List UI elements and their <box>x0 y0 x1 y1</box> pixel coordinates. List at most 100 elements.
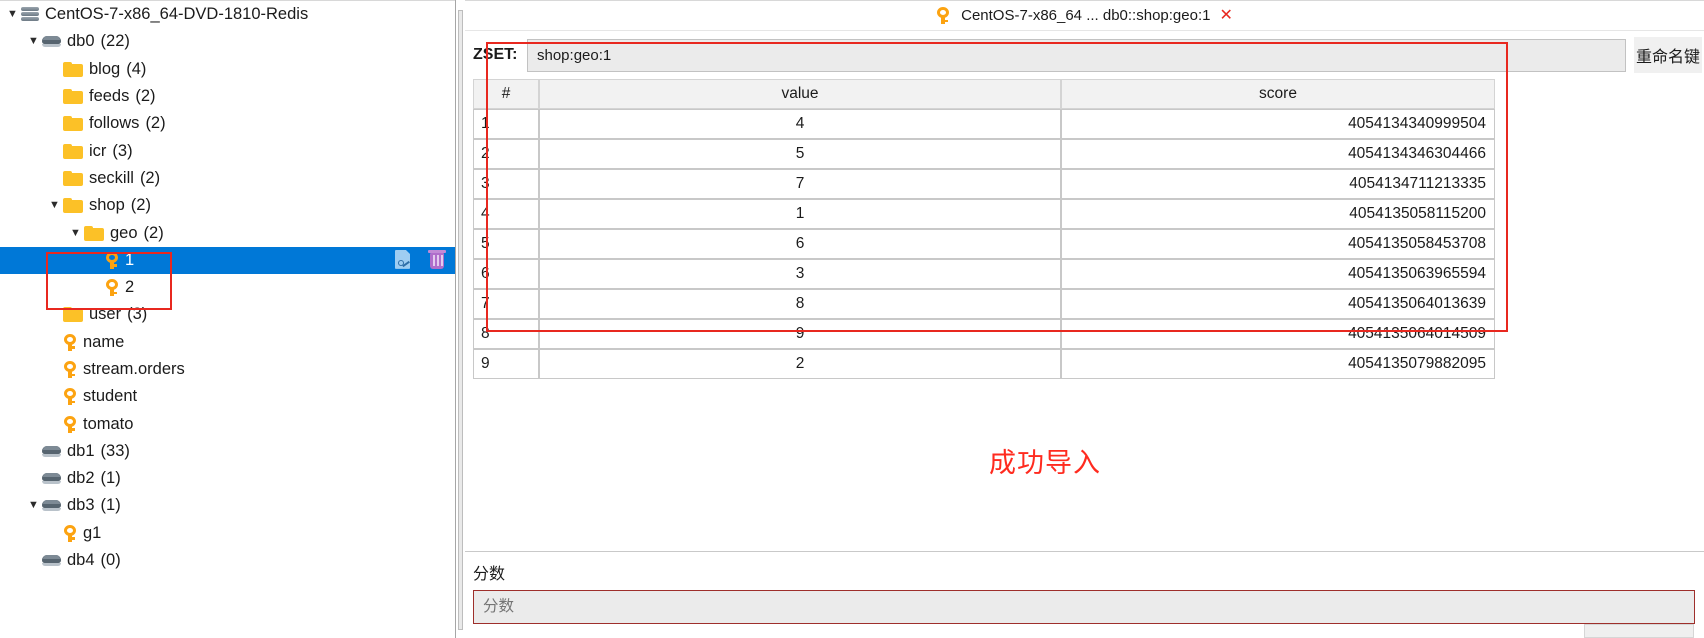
tree-item-tomato[interactable]: ▼tomato <box>0 410 455 437</box>
cell-score[interactable]: 4054135063965594 <box>1061 259 1495 289</box>
tab-bar[interactable]: CentOS-7-x86_64 ... db0::shop:geo:1 ✕ <box>465 1 1704 31</box>
table-row[interactable]: 9 2 4054135079882095 <box>473 349 1495 379</box>
edit-key-icon[interactable] <box>395 249 414 271</box>
success-message: 成功导入 <box>989 448 1101 478</box>
column-header-score[interactable]: score <box>1061 79 1495 109</box>
cell-value[interactable]: 1 <box>539 199 1061 229</box>
tree-item-label: geo <box>110 223 138 242</box>
key-name-input[interactable] <box>527 38 1626 72</box>
splitter-grip[interactable] <box>458 10 463 630</box>
tree-item-geo[interactable]: ▼ geo (2) <box>0 219 455 246</box>
redis-desktop-manager-window: ▼CentOS-7-x86_64-DVD-1810-Redis▼db0(22)▼… <box>0 0 1704 638</box>
cell-index[interactable]: 9 <box>473 349 539 379</box>
zset-table[interactable]: # value score 1 4 4054134340999504 2 5 405413… <box>473 79 1495 379</box>
cell-index[interactable]: 2 <box>473 139 539 169</box>
table-row[interactable]: 4 1 4054135058115200 <box>473 199 1495 229</box>
tree-item-stream-orders[interactable]: ▼stream.orders <box>0 356 455 383</box>
tree-item-seckill[interactable]: ▼seckill(2) <box>0 165 455 192</box>
cell-score[interactable]: 4054135064013639 <box>1061 289 1495 319</box>
tree-item-2[interactable]: ▼2 <box>0 274 455 301</box>
chevron-down-icon[interactable]: ▼ <box>67 227 84 239</box>
cell-value[interactable]: 8 <box>539 289 1061 319</box>
tree-item-shop[interactable]: ▼ shop (2) <box>0 192 455 219</box>
cell-value[interactable]: 7 <box>539 169 1061 199</box>
tree-item-db2[interactable]: ▼db2(1) <box>0 465 455 492</box>
tree-item-1[interactable]: ▼1 <box>0 246 455 274</box>
tree-item-name[interactable]: ▼name <box>0 329 455 356</box>
tree-item-count: (33) <box>100 441 130 460</box>
cell-index[interactable]: 4 <box>473 199 539 229</box>
zset-table-container[interactable]: # value score 1 4 4054134340999504 2 5 405413… <box>473 79 1495 379</box>
tree-item-db1[interactable]: ▼db1(33) <box>0 438 455 465</box>
cell-value[interactable]: 3 <box>539 259 1061 289</box>
tree-item-db3[interactable]: ▼ db3 (1) <box>0 492 455 519</box>
close-icon[interactable]: ✕ <box>1219 7 1232 24</box>
cell-score[interactable]: 4054135079882095 <box>1061 349 1495 379</box>
cell-index[interactable]: 5 <box>473 229 539 259</box>
score-input[interactable] <box>473 590 1695 624</box>
key-type-label: ZSET: <box>473 46 518 63</box>
tree-item-count: (0) <box>100 551 121 570</box>
cell-score[interactable]: 4054135064014509 <box>1061 319 1495 349</box>
cell-score[interactable]: 4054135058453708 <box>1061 229 1495 259</box>
tree-item-user[interactable]: ▼user(3) <box>0 301 455 328</box>
tree-item-db0[interactable]: ▼ db0 (22) <box>0 28 455 55</box>
tree-item-count: (22) <box>100 32 130 51</box>
cell-index[interactable]: 1 <box>473 109 539 139</box>
cell-value[interactable]: 6 <box>539 229 1061 259</box>
chevron-down-icon[interactable]: ▼ <box>25 500 42 511</box>
tree-item-follows[interactable]: ▼follows(2) <box>0 110 455 137</box>
key-tree-sidebar[interactable]: ▼CentOS-7-x86_64-DVD-1810-Redis▼db0(22)▼… <box>0 0 455 638</box>
cell-value[interactable]: 5 <box>539 139 1061 169</box>
bottom-action-chip[interactable] <box>1584 624 1694 638</box>
column-header-index[interactable]: # <box>473 79 539 109</box>
tree-item-centos-7-x86-64-dvd-1810-redis[interactable]: ▼ CentOS-7-x86_64-DVD-1810-Redis <box>0 1 455 28</box>
database-icon <box>42 554 61 567</box>
cell-index[interactable]: 8 <box>473 319 539 349</box>
table-row[interactable]: 3 7 4054134711213335 <box>473 169 1495 199</box>
cell-value[interactable]: 4 <box>539 109 1061 139</box>
tree-item-label: shop <box>89 196 125 215</box>
cell-score[interactable]: 4054134346304466 <box>1061 139 1495 169</box>
cell-index[interactable]: 7 <box>473 289 539 319</box>
table-row[interactable]: 1 4 4054134340999504 <box>473 109 1495 139</box>
tree-item-label: g1 <box>83 523 102 542</box>
tree-item-count: (2) <box>130 196 151 215</box>
tree-item-g1[interactable]: ▼g1 <box>0 520 455 547</box>
tree-item-db4[interactable]: ▼db4(0) <box>0 547 455 574</box>
cell-value[interactable]: 9 <box>539 319 1061 349</box>
cell-index[interactable]: 6 <box>473 259 539 289</box>
panel-splitter[interactable] <box>455 0 465 638</box>
cell-score[interactable]: 4054135058115200 <box>1061 199 1495 229</box>
tree-item-feeds[interactable]: ▼feeds(2) <box>0 83 455 110</box>
cell-score[interactable]: 4054134340999504 <box>1061 109 1495 139</box>
rename-key-button[interactable]: 重命名键 <box>1633 37 1702 73</box>
table-row[interactable]: 7 8 4054135064013639 <box>473 289 1495 319</box>
column-header-value[interactable]: value <box>539 79 1061 109</box>
chevron-down-icon[interactable]: ▼ <box>46 200 63 211</box>
tree-item-label: CentOS-7-x86_64-DVD-1810-Redis <box>45 5 309 24</box>
tree-item-icr[interactable]: ▼icr(3) <box>0 137 455 164</box>
chevron-down-icon[interactable]: ▼ <box>25 36 42 47</box>
tree-row-actions[interactable] <box>395 247 447 274</box>
key-tree[interactable]: ▼CentOS-7-x86_64-DVD-1810-Redis▼db0(22)▼… <box>0 1 455 574</box>
table-body[interactable]: 1 4 4054134340999504 2 5 4054134346304466 3 7 40… <box>473 109 1495 379</box>
folder-icon <box>63 61 83 77</box>
cell-index[interactable]: 3 <box>473 169 539 199</box>
chevron-down-icon[interactable]: ▼ <box>4 9 21 20</box>
tree-item-blog[interactable]: ▼blog(4) <box>0 56 455 83</box>
tree-item-label: db4 <box>67 551 95 570</box>
tree-item-label: stream.orders <box>83 360 185 378</box>
table-row[interactable]: 2 5 4054134346304466 <box>473 139 1495 169</box>
cell-value[interactable]: 2 <box>539 349 1061 379</box>
key-icon <box>105 279 119 297</box>
key-icon <box>936 7 950 24</box>
tree-item-student[interactable]: ▼student <box>0 383 455 410</box>
database-icon <box>42 499 61 512</box>
tab-key-viewer[interactable]: CentOS-7-x86_64 ... db0::shop:geo:1 ✕ <box>932 5 1237 26</box>
cell-score[interactable]: 4054134711213335 <box>1061 169 1495 199</box>
delete-key-icon[interactable] <box>428 249 447 271</box>
table-row[interactable]: 5 6 4054135058453708 <box>473 229 1495 259</box>
table-row[interactable]: 6 3 4054135063965594 <box>473 259 1495 289</box>
table-row[interactable]: 8 9 4054135064014509 <box>473 319 1495 349</box>
